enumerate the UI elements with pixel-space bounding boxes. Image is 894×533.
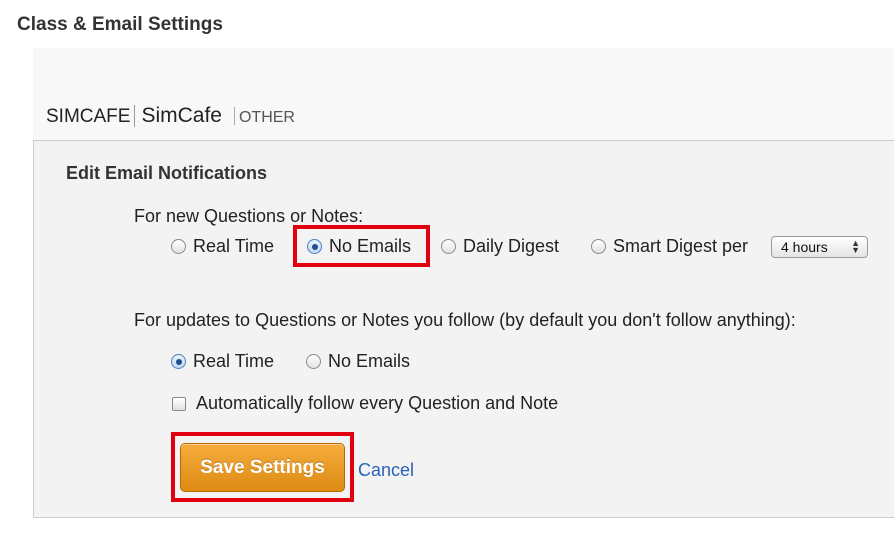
option-label: Real Time bbox=[193, 236, 275, 256]
option-label: Smart Digest per bbox=[613, 236, 749, 256]
auto-follow-option[interactable]: Automatically follow every Question and … bbox=[172, 393, 558, 414]
highlight-box-no-emails bbox=[293, 225, 430, 267]
panel-heading: Edit Email Notifications bbox=[66, 163, 268, 183]
digest-interval-select[interactable]: 4 hours ▲ ▼ bbox=[771, 236, 868, 258]
class-nav: SIMCAFE SimCafe OTHER bbox=[46, 104, 295, 128]
new-posts-label: For new Questions or Notes: bbox=[134, 206, 364, 226]
auto-follow-checkbox[interactable] bbox=[172, 396, 186, 411]
nav-divider bbox=[134, 105, 136, 127]
radio-button[interactable] bbox=[591, 239, 606, 254]
followed-option-no-emails[interactable]: No Emails bbox=[306, 351, 410, 372]
radio-button-selected[interactable] bbox=[171, 354, 186, 369]
select-arrows-icon: ▲ ▼ bbox=[851, 238, 860, 255]
option-label: Daily Digest bbox=[463, 236, 560, 256]
page-title: Class & Email Settings bbox=[17, 14, 223, 35]
auto-follow-label: Automatically follow every Question and … bbox=[196, 393, 559, 413]
radio-button[interactable] bbox=[306, 354, 321, 369]
select-value: 4 hours bbox=[781, 239, 828, 255]
cancel-link[interactable]: Cancel bbox=[358, 460, 414, 481]
radio-button[interactable] bbox=[441, 239, 456, 254]
save-settings-button[interactable]: Save Settings bbox=[180, 443, 345, 492]
new-posts-option-smart-digest[interactable]: Smart Digest per bbox=[591, 236, 748, 257]
nav-divider bbox=[233, 107, 235, 125]
radio-button[interactable] bbox=[171, 239, 186, 254]
option-label: No Emails bbox=[328, 351, 411, 371]
class-name-link[interactable]: SimCafe bbox=[141, 104, 222, 128]
followed-option-real-time[interactable]: Real Time bbox=[171, 351, 274, 372]
class-code-link[interactable]: SIMCAFE bbox=[46, 106, 130, 128]
option-label: Real Time bbox=[193, 351, 275, 371]
followed-posts-label: For updates to Questions or Notes you fo… bbox=[134, 310, 796, 330]
new-posts-option-daily-digest[interactable]: Daily Digest bbox=[441, 236, 559, 257]
new-posts-option-real-time[interactable]: Real Time bbox=[171, 236, 274, 257]
other-classes-link[interactable]: OTHER bbox=[239, 109, 295, 127]
